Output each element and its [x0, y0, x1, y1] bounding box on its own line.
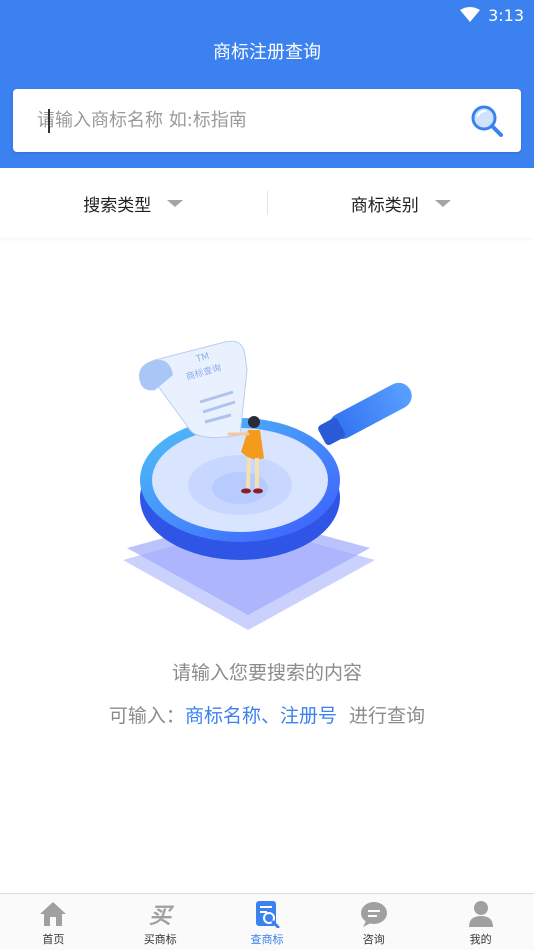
- empty-state-message: 请输入您要搜索的内容: [0, 658, 534, 685]
- page-title: 商标注册查询: [0, 38, 534, 64]
- search-box: [13, 89, 521, 152]
- tab-consult[interactable]: 咨询: [320, 894, 427, 950]
- empty-state-hint: 可输入：商标名称、注册号 进行查询: [0, 701, 534, 728]
- status-time: 3:13: [488, 6, 524, 25]
- tab-buy-trademark[interactable]: 买 买商标: [107, 894, 214, 950]
- wifi-icon: [460, 7, 480, 23]
- dropdown-arrow-icon: [167, 200, 183, 207]
- header: 3:13 商标注册查询: [0, 0, 534, 168]
- hint-suffix: 进行查询: [349, 705, 425, 727]
- user-icon: [466, 899, 496, 929]
- bottom-tab-bar: 首页 买 买商标 查商标 咨询 我的: [0, 893, 534, 950]
- tab-search-trademark[interactable]: 查商标: [214, 894, 321, 950]
- empty-state-illustration: TM 商标查询: [115, 330, 425, 640]
- chat-icon: [359, 899, 389, 929]
- tab-profile[interactable]: 我的: [427, 894, 534, 950]
- tab-profile-label: 我的: [470, 931, 492, 947]
- home-icon: [38, 899, 68, 929]
- text-caret: [48, 109, 50, 133]
- hint-highlight: 商标名称、注册号: [185, 705, 337, 727]
- trademark-category-label: 商标类别: [351, 191, 419, 216]
- hint-prefix: 可输入：: [109, 705, 185, 727]
- search-input[interactable]: [35, 109, 459, 132]
- search-icon[interactable]: [469, 103, 505, 139]
- filter-bar: 搜索类型 商标类别: [0, 168, 534, 238]
- tab-consult-label: 咨询: [363, 931, 385, 947]
- tab-buy-label: 买商标: [144, 931, 177, 947]
- buy-icon: 买: [145, 899, 175, 929]
- tab-search-label: 查商标: [250, 931, 283, 947]
- status-bar: 3:13: [460, 4, 524, 26]
- dropdown-arrow-icon: [435, 200, 451, 207]
- tab-home[interactable]: 首页: [0, 894, 107, 950]
- tab-home-label: 首页: [42, 931, 64, 947]
- search-doc-icon: [252, 899, 282, 929]
- search-type-label: 搜索类型: [83, 191, 151, 216]
- trademark-category-filter[interactable]: 商标类别: [268, 191, 534, 216]
- search-type-filter[interactable]: 搜索类型: [0, 191, 267, 216]
